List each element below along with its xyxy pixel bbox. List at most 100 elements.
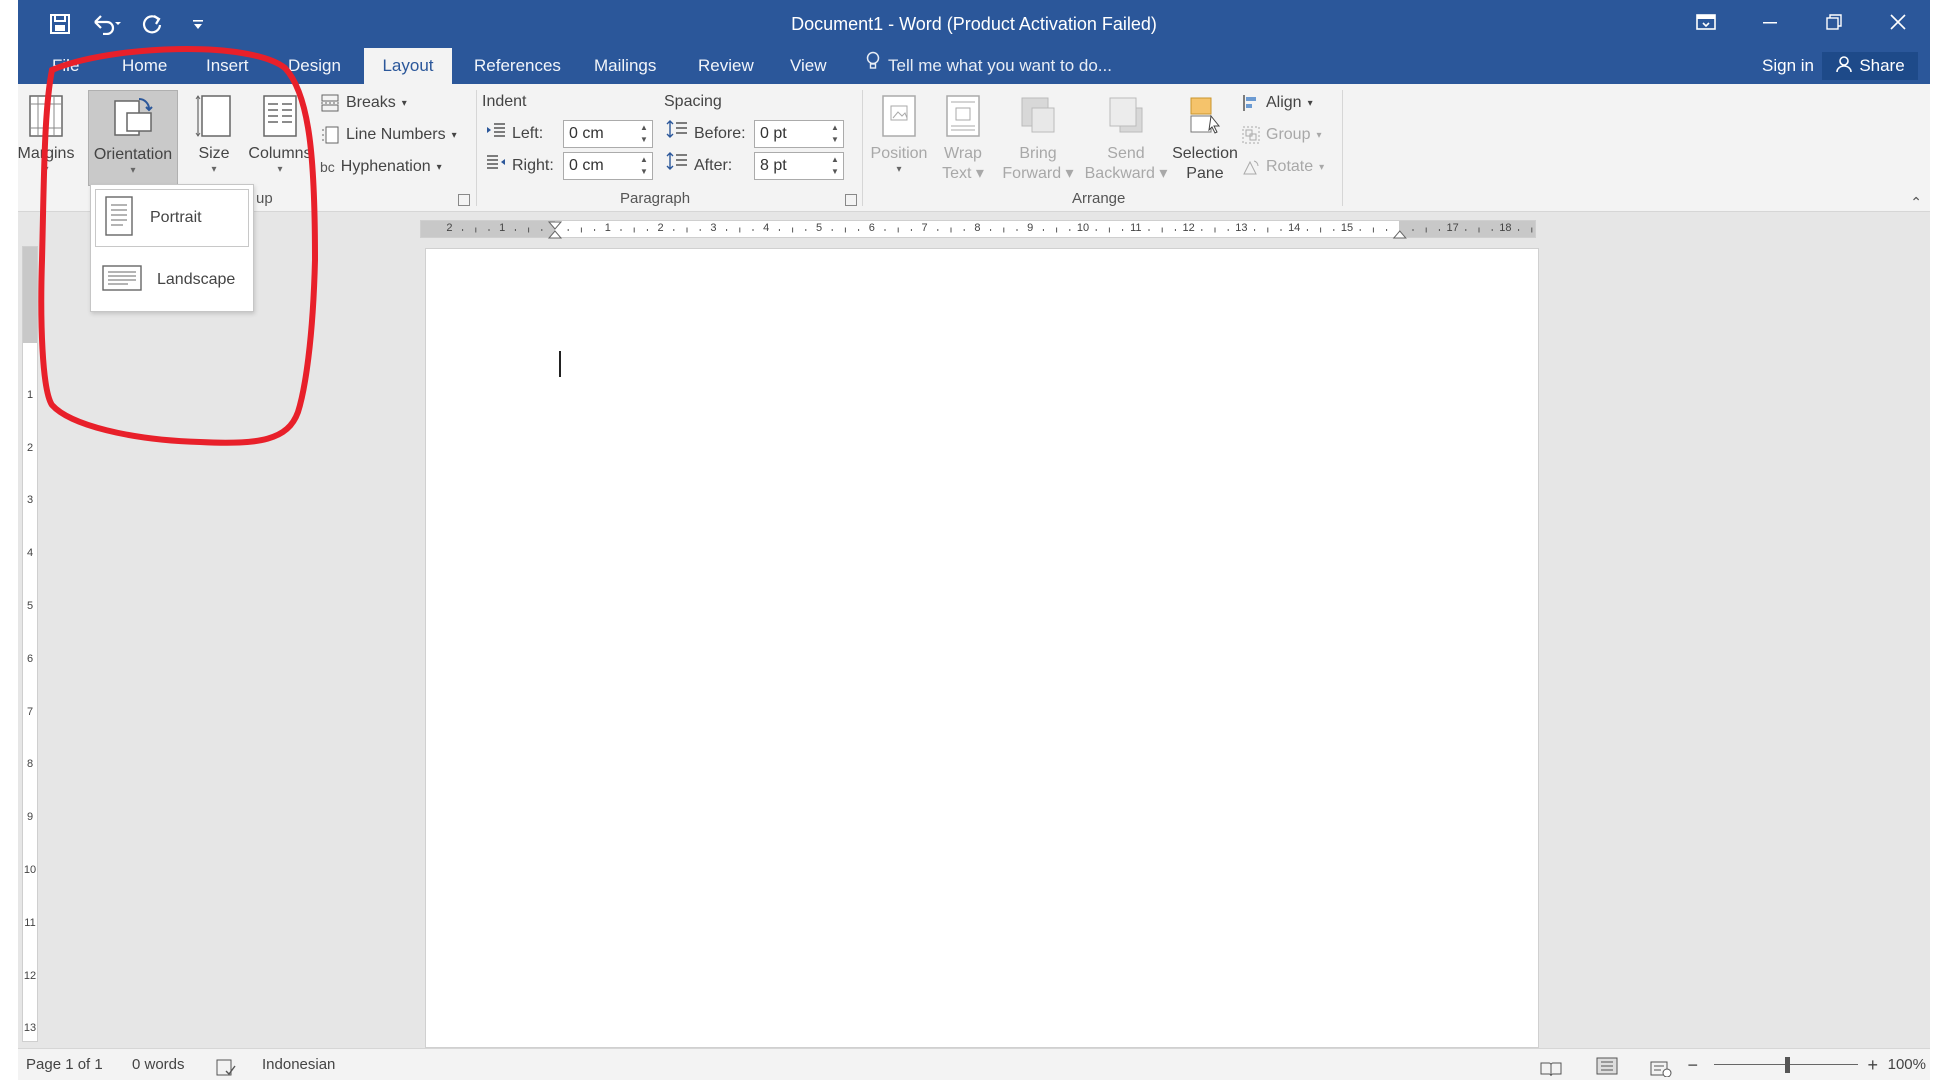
zoom-in-icon[interactable]: + — [1867, 1049, 1878, 1080]
tab-layout[interactable]: Layout — [364, 48, 452, 84]
vertical-ruler-top-margin — [23, 247, 37, 343]
indent-right-label: Right: — [486, 152, 554, 180]
spinner-icon[interactable]: ▲ ▼ — [829, 154, 841, 178]
position-button[interactable]: Position ▾ — [868, 90, 930, 186]
vertical-ruler[interactable]: 1 2 3 4 5 6 7 8 9 10 11 12 13 — [22, 246, 38, 1042]
tab-view[interactable]: View — [778, 48, 839, 84]
line-numbers-icon — [322, 126, 339, 144]
group-button[interactable]: Group ▾ — [1242, 122, 1322, 148]
zoom-level[interactable]: 100% — [1888, 1049, 1926, 1080]
rotate-button[interactable]: Rotate ▾ — [1242, 154, 1324, 180]
ribbon-display-options-icon[interactable] — [1674, 0, 1738, 44]
hyphenation-label: Hyphenation — [340, 158, 431, 175]
window-title: Document1 - Word (Product Activation Fai… — [791, 14, 1157, 34]
ruler-label: 14 — [1288, 222, 1301, 234]
tell-me-box[interactable]: Tell me what you want to do... — [866, 48, 1112, 84]
paragraph-launcher-icon[interactable] — [845, 194, 857, 206]
zoom-out-icon[interactable]: − — [1687, 1049, 1698, 1080]
web-layout-icon[interactable] — [1650, 1057, 1672, 1078]
align-button[interactable]: Align ▾ — [1242, 90, 1313, 116]
wrap-text-icon — [946, 95, 980, 137]
word-count[interactable]: 0 words — [132, 1049, 185, 1080]
bring-forward-button[interactable]: Bring Forward ▾ — [998, 90, 1078, 186]
sign-in-link[interactable]: Sign in — [1762, 48, 1814, 84]
ruler-label: 12 — [1182, 222, 1195, 234]
send-backward-label: Send Backward ▾ — [1084, 145, 1168, 182]
page-count[interactable]: Page 1 of 1 — [26, 1049, 103, 1080]
ruler-label: 15 — [1340, 222, 1354, 234]
wrap-text-button[interactable]: Wrap Text ▾ — [934, 90, 992, 186]
language-indicator[interactable]: Indonesian — [262, 1049, 335, 1080]
orientation-portrait-item[interactable]: Portrait — [95, 189, 249, 247]
person-icon — [1835, 55, 1853, 78]
margins-button[interactable]: Margins ▾ — [18, 90, 74, 186]
word-window: Document1 - Word (Product Activation Fai… — [18, 0, 1930, 1080]
print-layout-icon[interactable] — [1596, 1055, 1618, 1075]
document-page[interactable] — [425, 248, 1539, 1048]
minimize-icon[interactable] — [1738, 0, 1802, 44]
spinner-icon[interactable]: ▲ ▼ — [638, 122, 650, 146]
orientation-landscape-item[interactable]: Landscape — [95, 251, 249, 309]
tell-me-placeholder: Tell me what you want to do... — [888, 56, 1112, 75]
rotate-icon — [1243, 160, 1259, 175]
hanging-indent-marker — [547, 230, 563, 239]
orientation-button[interactable]: Orientation ▾ — [88, 90, 178, 186]
spinner-icon[interactable]: ▲ ▼ — [829, 122, 841, 146]
size-button[interactable]: Size ▾ — [186, 90, 242, 186]
ruler-label: 11 — [1130, 222, 1142, 234]
vertical-ruler-label: 8 — [26, 758, 34, 771]
indent-left-field[interactable]: 0 cm ▲ ▼ — [563, 120, 653, 148]
zoom-slider-thumb[interactable] — [1785, 1057, 1790, 1073]
chevron-down-icon: ▾ — [211, 164, 217, 175]
tab-references[interactable]: References — [462, 48, 573, 84]
group-divider — [862, 90, 863, 206]
hyphenation-button[interactable]: bc Hyphenation ▾ — [320, 154, 442, 180]
read-mode-icon[interactable] — [1540, 1057, 1562, 1077]
horizontal-ruler[interactable]: 2 1 1 2 3 4 5 6 7 8 9 10 11 12 13 14 15 17 18 — [420, 220, 1536, 239]
group-divider — [476, 90, 477, 206]
ruler-label: 7 — [921, 222, 928, 234]
vertical-ruler-label: 12 — [23, 969, 37, 982]
ruler-label: 2 — [446, 222, 453, 234]
page-setup-launcher-icon[interactable] — [458, 194, 470, 206]
columns-label: Columns — [248, 145, 312, 162]
spacing-before-label: Before: — [666, 120, 746, 148]
send-backward-button[interactable]: Send Backward ▾ — [1082, 90, 1170, 186]
ruler-label: 6 — [868, 222, 875, 234]
tab-review[interactable]: Review — [686, 48, 766, 84]
proofing-icon[interactable] — [216, 1057, 236, 1076]
selection-pane-button[interactable]: Selection Pane — [1168, 90, 1242, 186]
indent-right-field[interactable]: 0 cm ▲ ▼ — [563, 152, 653, 180]
lightbulb-icon — [866, 48, 880, 84]
spacing-after-label: After: — [666, 152, 732, 180]
spacing-after-icon — [666, 152, 688, 180]
tab-mailings[interactable]: Mailings — [582, 48, 668, 84]
tab-design[interactable]: Design — [276, 48, 353, 84]
collapse-ribbon-icon[interactable]: ⌃ — [1910, 194, 1922, 211]
chevron-down-icon: ▾ — [130, 165, 136, 176]
breaks-button[interactable]: Breaks ▾ — [320, 90, 407, 116]
rotate-label: Rotate — [1266, 158, 1314, 175]
spacing-before-field[interactable]: 0 pt ▲ ▼ — [754, 120, 844, 148]
landscape-page-icon — [101, 261, 143, 300]
window-controls — [1674, 0, 1930, 44]
chevron-down-icon: ▾ — [401, 97, 407, 109]
vertical-ruler-label: 11 — [24, 916, 36, 929]
line-numbers-button[interactable]: Line Numbers ▾ — [320, 122, 457, 148]
tab-insert[interactable]: Insert — [194, 48, 261, 84]
vertical-ruler-label: 5 — [26, 600, 34, 612]
close-icon[interactable] — [1866, 0, 1930, 44]
spacing-after-field[interactable]: 8 pt ▲ ▼ — [754, 152, 844, 180]
ruler-label: 8 — [974, 222, 981, 234]
spacing-before-value: 0 pt — [760, 125, 787, 142]
spinner-icon[interactable]: ▲ ▼ — [638, 154, 650, 178]
position-icon — [882, 95, 916, 137]
title-bar: Document1 - Word (Product Activation Fai… — [18, 0, 1930, 48]
columns-icon — [263, 95, 297, 137]
restore-icon[interactable] — [1802, 0, 1866, 44]
chevron-down-icon: ▾ — [451, 129, 457, 141]
share-button[interactable]: Share — [1822, 52, 1918, 80]
tab-file[interactable]: File — [40, 48, 91, 84]
tab-home[interactable]: Home — [110, 48, 179, 84]
columns-button[interactable]: Columns ▾ — [244, 90, 316, 186]
